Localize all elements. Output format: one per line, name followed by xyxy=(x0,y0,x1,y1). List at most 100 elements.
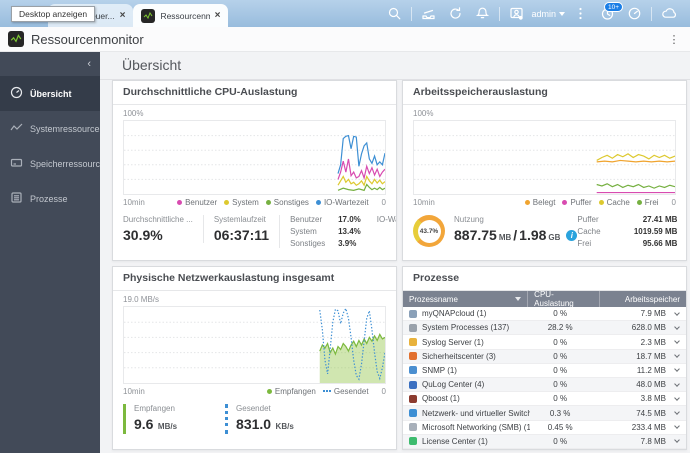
table-row[interactable]: Syslog Server (1) 0 % 2.3 MB xyxy=(403,335,686,350)
table-row[interactable]: Netzwerk- und virtueller Switch (3) 0.3 … xyxy=(403,406,686,421)
memory-x-axis-label: 10min xyxy=(413,197,435,207)
cpu-legend: Benutzer System Sonstiges IO-Wartezeit 0 xyxy=(177,198,386,207)
info-icon[interactable]: i xyxy=(566,229,578,241)
sidebar-item-prozesse[interactable]: Prozesse xyxy=(0,181,100,216)
memory-panel: Arbeitsspeicherauslastung 100% 10min Bel… xyxy=(402,80,687,261)
expand-row-icon[interactable] xyxy=(674,409,680,415)
table-row[interactable]: Qboost (1) 0 % 3.8 MB xyxy=(403,392,686,407)
table-row[interactable]: myQNAPcloud (1) 0 % 7.9 MB xyxy=(403,307,686,322)
expand-row-icon[interactable] xyxy=(674,309,680,316)
myqnapcloud-icon[interactable] xyxy=(655,0,682,27)
received-stat: Empfangen 9.6 MB/s xyxy=(123,404,177,434)
sidebar-collapse-button[interactable]: ‹ xyxy=(0,52,100,76)
expand-row-icon[interactable] xyxy=(674,352,680,359)
cpu-y-axis-label: 100% xyxy=(123,109,144,118)
resource-monitor-icon xyxy=(8,31,24,47)
storage-icon xyxy=(10,156,23,171)
taskbar-divider xyxy=(651,6,652,21)
expand-row-icon[interactable] xyxy=(674,423,680,430)
table-row[interactable]: System Processes (137) 28.2 % 628.0 MB xyxy=(403,321,686,336)
legend-item: System xyxy=(224,198,259,207)
process-name: myQNAPcloud (1) xyxy=(422,309,487,319)
task-list-icon[interactable] xyxy=(567,0,594,27)
network-x-end-label: 0 xyxy=(381,386,386,396)
process-app-icon xyxy=(409,366,417,375)
network-panel-title: Physische Netzwerkauslastung insgesamt xyxy=(113,267,396,291)
tab-close-icon[interactable]: × xyxy=(120,10,126,21)
network-panel: Physische Netzwerkauslastung insgesamt 1… xyxy=(112,266,397,450)
window-menu-icon[interactable]: ⋮ xyxy=(666,33,682,46)
sidebar-item-label: Prozesse xyxy=(30,193,68,204)
process-cpu: 28.2 % xyxy=(547,323,573,333)
expand-row-icon[interactable] xyxy=(674,437,680,444)
expand-row-icon[interactable] xyxy=(674,394,680,401)
process-app-icon xyxy=(409,409,417,418)
process-name: Netzwerk- und virtueller Switch (3) xyxy=(422,408,530,418)
table-row[interactable]: License Center (1) 0 % 7.8 MB xyxy=(403,434,686,449)
network-legend: Empfangen Gesendet 0 xyxy=(266,386,386,396)
tab-close-icon[interactable]: × xyxy=(215,10,221,21)
expand-row-icon[interactable] xyxy=(674,366,680,373)
table-row[interactable]: Sicherheitscenter (3) 0 % 18.7 MB xyxy=(403,349,686,364)
process-mem: 7.8 MB xyxy=(640,436,667,446)
network-stats: Empfangen 9.6 MB/s Gesendet 831.0 KB/s xyxy=(123,398,386,444)
sidebar-item-uebersicht[interactable]: Übersicht xyxy=(0,76,100,111)
sidebar-item-speicherressource[interactable]: Speicherressource xyxy=(0,146,105,181)
column-header-arbeitsspeicher[interactable]: Arbeitsspeicher xyxy=(600,291,686,307)
expand-row-icon[interactable] xyxy=(674,338,680,344)
network-chart xyxy=(123,306,386,384)
table-row[interactable]: Microsoft Networking (SMB) (16) 0.45 % 2… xyxy=(403,420,686,435)
tab-ressourcenmonitor[interactable]: Ressourcenm... × xyxy=(133,4,229,27)
background-tasks-icon[interactable] xyxy=(442,0,469,27)
process-mem: 3.8 MB xyxy=(640,394,667,404)
process-mem: 11.2 MB xyxy=(636,365,667,375)
memory-detail-stats: Puffer 27.41 MB Cache 1019.59 MB Frei 95.66… xyxy=(577,215,678,248)
process-mem: 7.9 MB xyxy=(640,309,667,319)
search-icon[interactable] xyxy=(381,0,408,27)
memory-stats: 43.7% Nutzung 887.75 MB / 1.98 GB i Puff… xyxy=(413,209,677,255)
cpu-x-axis-label: 10min xyxy=(123,197,145,207)
cpu-panel-title: Durchschnittliche CPU-Auslastung xyxy=(113,81,396,105)
sidebar-item-systemressource[interactable]: Systemressource xyxy=(0,111,100,146)
process-mem: 628.0 MB xyxy=(631,323,667,333)
process-mem: 233.4 MB xyxy=(631,422,667,432)
user-name: admin xyxy=(531,8,556,19)
recent-apps-icon[interactable]: 10+ xyxy=(594,0,623,27)
legend-item: Gesendet xyxy=(322,387,369,396)
memory-chart xyxy=(413,120,676,195)
expand-row-icon[interactable] xyxy=(674,380,680,387)
process-name: SNMP (1) xyxy=(422,365,457,375)
memory-usage-stat: Nutzung 887.75 MB / 1.98 GB i xyxy=(454,215,578,243)
process-app-icon xyxy=(409,423,417,432)
dashboard-icon[interactable] xyxy=(621,0,648,27)
column-header-prozessname[interactable]: Prozessname xyxy=(403,291,529,307)
process-cpu: 0 % xyxy=(553,365,568,375)
process-name: License Center (1) xyxy=(422,436,488,446)
process-cpu: 0 % xyxy=(553,394,568,404)
desktop-taskbar: Desktop anzeigen Systemsteuer... × Resso… xyxy=(0,0,690,27)
cpu-stats: Durchschnittliche ... 30.9% Systemlaufze… xyxy=(123,209,396,255)
uptime-stat: Systemlaufzeit 06:37:11 xyxy=(202,215,269,243)
process-mem: 2.3 MB xyxy=(640,337,667,347)
file-station-icon[interactable] xyxy=(415,0,442,27)
process-panel: Prozesse Prozessname CPU-Auslastung Arbe… xyxy=(402,266,687,450)
network-y-axis-label: 19.0 MB/s xyxy=(123,295,160,304)
process-table-header: Prozessname CPU-Auslastung Arbeitsspeich… xyxy=(403,290,686,308)
network-x-axis-label: 10min xyxy=(123,386,145,396)
user-icon[interactable] xyxy=(503,0,530,27)
sidebar-item-label: Systemressource xyxy=(30,123,100,134)
table-row[interactable]: SNMP (1) 0 % 11.2 MB xyxy=(403,363,686,379)
expand-row-icon[interactable] xyxy=(674,323,680,330)
legend-item: Belegt xyxy=(524,198,555,207)
gauge-icon xyxy=(10,86,23,101)
notifications-icon[interactable] xyxy=(469,0,496,27)
sent-stat: Gesendet 831.0 KB/s xyxy=(225,404,294,434)
sort-caret-icon xyxy=(515,297,522,301)
process-cpu: 0.3 % xyxy=(549,408,571,418)
table-row[interactable]: QuLog Center (4) 0 % 48.0 MB xyxy=(403,378,686,393)
user-menu[interactable]: admin xyxy=(531,9,565,19)
taskbar-divider xyxy=(411,6,413,21)
process-name: Sicherheitscenter (3) xyxy=(422,351,496,361)
process-name: QuLog Center (4) xyxy=(422,380,485,390)
column-header-cpu[interactable]: CPU-Auslastung xyxy=(528,290,601,308)
